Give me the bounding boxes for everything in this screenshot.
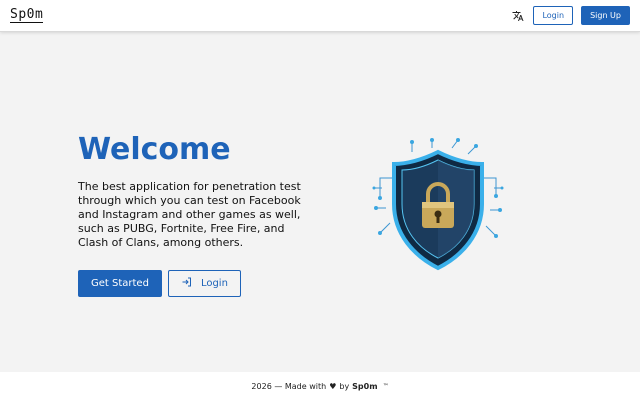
nav-login-button[interactable]: Login — [533, 6, 574, 25]
shield-lock-icon — [372, 138, 504, 274]
heart-icon: ♥ — [329, 381, 337, 391]
app-logo[interactable]: Sp0m — [10, 8, 44, 23]
navbar: Sp0m Login Sign Up — [0, 0, 640, 32]
hero-title: Welcome — [78, 132, 231, 167]
get-started-button[interactable]: Get Started — [78, 270, 162, 297]
login-icon — [181, 276, 193, 291]
hero-login-label: Login — [200, 278, 228, 289]
footer: 2026 — Made with ♥ by Sp0m ™ — [0, 372, 640, 400]
translate-icon[interactable] — [511, 9, 525, 23]
hero-actions: Get Started Login — [78, 270, 328, 297]
nav-signup-button[interactable]: Sign Up — [581, 6, 630, 25]
footer-trademark: ™ — [382, 382, 389, 390]
hero-login-button[interactable]: Login — [167, 270, 241, 297]
navbar-actions: Login Sign Up — [511, 6, 630, 25]
footer-brand[interactable]: Sp0m — [352, 382, 377, 391]
hero-description: The best application for penetration tes… — [78, 180, 301, 249]
footer-by: by — [339, 381, 350, 391]
footer-prefix: 2026 — Made with — [251, 381, 327, 391]
hero-section: Welcome The best application for penetra… — [78, 132, 328, 297]
